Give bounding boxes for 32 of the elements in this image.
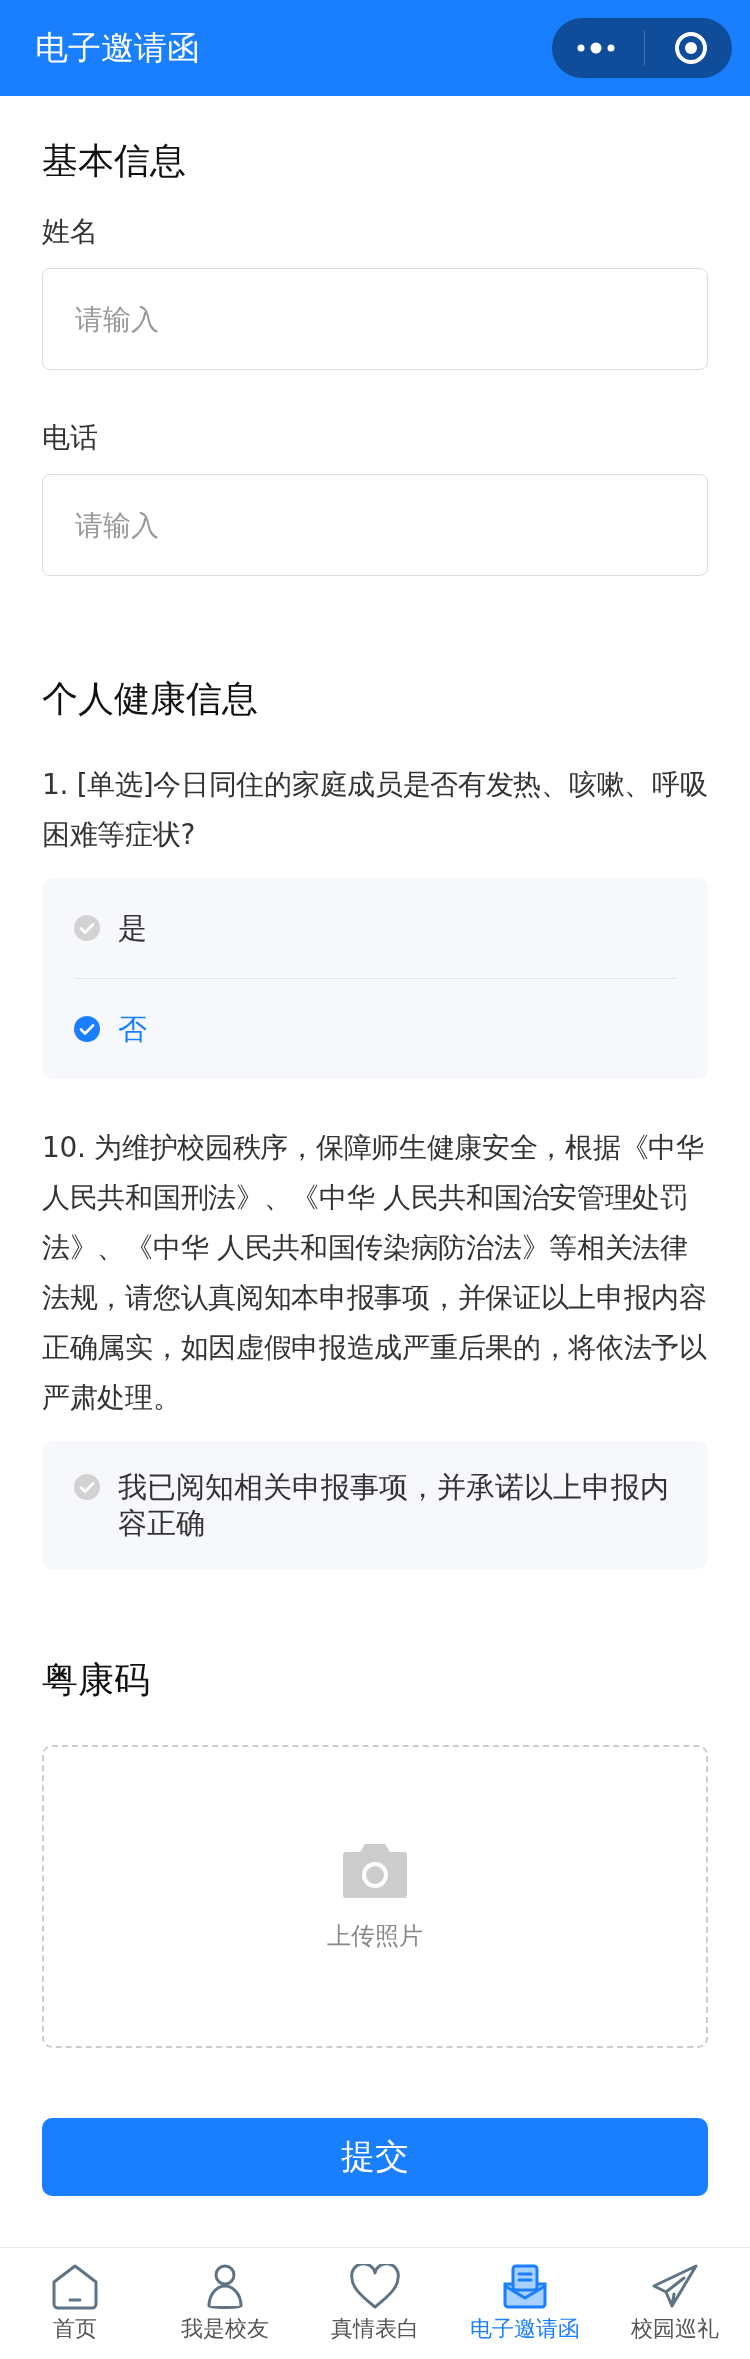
upload-label: 上传照片: [327, 1920, 423, 1952]
more-icon[interactable]: [576, 41, 617, 55]
field-label: 电话: [42, 420, 99, 456]
tab-item[interactable]: 校园巡礼: [600, 2248, 750, 2359]
tab-item[interactable]: 电子邀请函: [450, 2248, 600, 2359]
home-icon: [51, 2263, 99, 2310]
option-label[interactable]: 否: [118, 1011, 147, 1047]
envelope-icon: [502, 2263, 548, 2310]
submit-button[interactable]: 提交: [42, 2118, 708, 2196]
tab-item[interactable]: 我是校友: [150, 2248, 300, 2359]
field-label: 姓名: [42, 214, 99, 250]
option-label[interactable]: 是: [118, 910, 147, 946]
section-title: 粤康码: [42, 1658, 151, 1702]
person-icon: [205, 2263, 245, 2310]
section-title: 个人健康信息: [42, 677, 259, 721]
input-field[interactable]: 请输入: [42, 268, 708, 370]
question-text: 10. 为维护校园秩序，保障师生健康安全，根据《中华人民共和国刑法》、《中华 人民共和国治安管理处罚法》、《中华 人民共和国传染病防治法》等相关法律法规，请您认真阅知本申报事项，并保证以上申报内容正确属实，如因虚假申报造成严重后果的，将依法予以严肃处理。: [42, 1130, 708, 1416]
upload-area[interactable]: 上传照片: [42, 1745, 708, 2048]
check-icon[interactable]: [74, 1016, 100, 1042]
paper-plane-icon: [652, 2263, 698, 2310]
heart-icon: [350, 2263, 400, 2310]
page-title: 电子邀请函: [35, 26, 200, 69]
capsule-menu[interactable]: [552, 18, 732, 78]
check-icon[interactable]: [74, 915, 100, 941]
camera-icon: [342, 1841, 408, 1900]
tab-item[interactable]: 真情表白: [300, 2248, 450, 2359]
tab-item[interactable]: 首页: [0, 2248, 150, 2359]
input-field[interactable]: 请输入: [42, 474, 708, 576]
question-text: 1. [单选]今日同住的家庭成员是否有发热、咳嗽、呼吸困难等症状?: [42, 767, 708, 853]
check-icon[interactable]: [74, 1474, 100, 1500]
option-label[interactable]: 我已阅知相关申报事项，并承诺以上申报内容正确: [118, 1469, 676, 1541]
section-title: 基本信息: [42, 139, 187, 183]
